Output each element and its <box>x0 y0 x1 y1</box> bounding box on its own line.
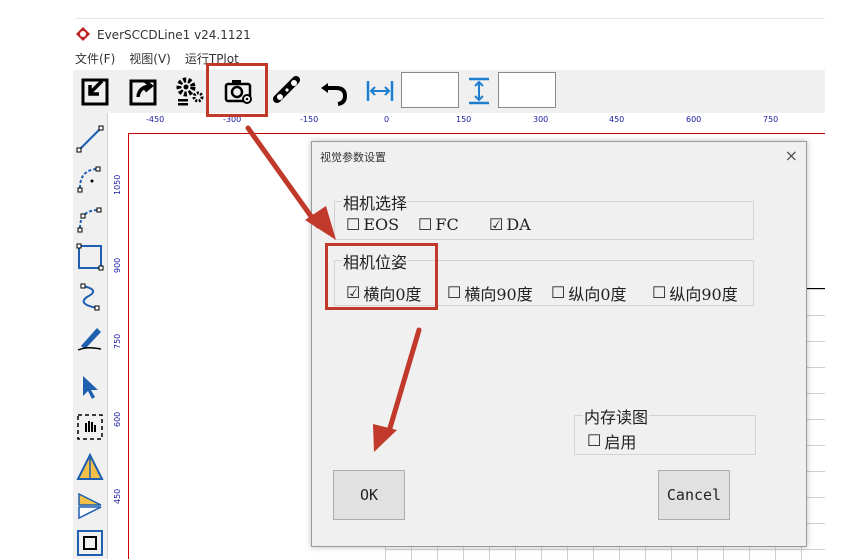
arc-tool[interactable] <box>74 163 106 195</box>
height-icon <box>469 77 489 105</box>
h-tick: -450 <box>146 115 165 124</box>
undo-icon <box>321 83 348 106</box>
pen-tool[interactable] <box>74 321 106 353</box>
rectangle-icon <box>76 243 104 271</box>
checkbox-fc-label: FC <box>435 215 459 234</box>
v-tick: 450 <box>113 488 122 504</box>
height-input[interactable] <box>498 72 556 108</box>
cancel-button[interactable]: Cancel <box>658 470 730 520</box>
v-tick: 1050 <box>113 174 122 195</box>
conveyor-icon <box>273 76 300 103</box>
frame-icon <box>77 530 103 556</box>
checkbox-enable-box: ☐ <box>587 431 602 450</box>
select-icon <box>83 376 98 399</box>
checkbox-da-box: ☑ <box>489 214 504 234</box>
memory-read-label: 内存读图 <box>583 404 650 428</box>
h-tick: 750 <box>763 115 779 124</box>
spline-tool[interactable] <box>74 281 106 313</box>
checkbox-horizontal-90[interactable]: ☐ 横向90度 <box>447 281 533 305</box>
toolbar <box>73 70 825 114</box>
settings-icon <box>176 77 204 106</box>
checkbox-eos-box: ☐ <box>346 214 361 234</box>
import-button[interactable] <box>79 74 113 108</box>
line-tool[interactable] <box>74 123 106 155</box>
highlight-box-camera-pose <box>325 243 438 310</box>
app-logo-icon <box>75 26 91 45</box>
checkbox-da[interactable]: ☑ DA <box>489 215 531 234</box>
checkbox-vertical-90-box: ☐ <box>652 283 667 302</box>
checkbox-enable-label: 启用 <box>604 433 637 452</box>
checkbox-fc-box: ☐ <box>418 214 433 234</box>
checkbox-vertical-90[interactable]: ☐ 纵向90度 <box>652 281 738 305</box>
camera-select-label: 相机选择 <box>342 190 409 214</box>
dialog-title: 视觉参数设置 <box>320 151 386 164</box>
checkbox-vertical-0[interactable]: ☐ 纵向0度 <box>551 281 627 305</box>
v-tick: 900 <box>113 257 122 273</box>
checkbox-vertical-0-box: ☐ <box>551 283 566 302</box>
checkbox-horizontal-90-label: 横向90度 <box>464 285 533 304</box>
vision-settings-dialog: 视觉参数设置 × 相机选择 ☐ EOS ☐ FC ☑ DA 相机位姿 ☑ 横向0… <box>311 141 807 547</box>
h-tick: 0 <box>384 115 390 124</box>
line-icon <box>76 125 104 153</box>
export-icon <box>129 79 157 106</box>
triangle-tool[interactable] <box>74 451 106 483</box>
pen-icon <box>77 328 102 351</box>
h-tick: 150 <box>456 115 472 124</box>
height-button[interactable] <box>462 74 496 108</box>
width-button[interactable] <box>363 74 397 108</box>
menu-view[interactable]: 视图(V) <box>129 50 171 70</box>
title-bar: EverSCCDLine1 v24.1121 <box>75 24 251 46</box>
rectangle-tool[interactable] <box>74 241 106 273</box>
export-button[interactable] <box>127 74 161 108</box>
ok-button[interactable]: OK <box>333 470 405 520</box>
pan-icon <box>77 414 103 440</box>
app-title: EverSCCDLine1 v24.1121 <box>97 28 251 42</box>
checkbox-horizontal-90-box: ☐ <box>447 283 462 302</box>
h-tick: -150 <box>300 115 319 124</box>
width-input[interactable] <box>401 72 459 108</box>
menu-file[interactable]: 文件(F) <box>75 50 115 70</box>
spline-icon <box>80 283 100 311</box>
h-tick: 600 <box>686 115 702 124</box>
conveyor-button[interactable] <box>271 74 305 108</box>
select-tool[interactable] <box>74 371 106 403</box>
checkbox-fc[interactable]: ☐ FC <box>418 215 459 234</box>
mirror-tool[interactable] <box>74 489 106 521</box>
checkbox-eos-label: EOS <box>363 215 400 234</box>
close-icon[interactable]: × <box>785 146 798 165</box>
v-tick: 750 <box>113 333 122 349</box>
mirror-icon <box>78 492 102 520</box>
pan-tool[interactable] <box>74 411 106 443</box>
width-icon <box>366 81 394 101</box>
checkbox-enable[interactable]: ☐ 启用 <box>587 429 636 453</box>
checkbox-da-label: DA <box>506 215 531 234</box>
checkbox-eos[interactable]: ☐ EOS <box>346 215 399 234</box>
checkbox-vertical-0-label: 纵向0度 <box>568 285 627 304</box>
v-tick: 600 <box>113 411 122 427</box>
window-top-border <box>75 18 825 19</box>
import-icon <box>81 78 109 106</box>
highlight-box-camera-settings <box>206 63 268 117</box>
undo-button[interactable] <box>317 74 351 108</box>
checkbox-vertical-90-label: 纵向90度 <box>669 285 738 304</box>
frame-tool[interactable] <box>74 527 106 559</box>
vertical-ruler: 1050 900 750 600 450 <box>108 133 129 559</box>
arc3-icon <box>77 207 102 233</box>
triangle-icon <box>76 452 104 480</box>
settings-button[interactable] <box>173 74 207 108</box>
h-tick: 300 <box>533 115 549 124</box>
arc-icon <box>77 166 101 193</box>
h-tick: 450 <box>609 115 625 124</box>
arc3-tool[interactable] <box>74 203 106 235</box>
left-toolbar <box>73 113 108 559</box>
